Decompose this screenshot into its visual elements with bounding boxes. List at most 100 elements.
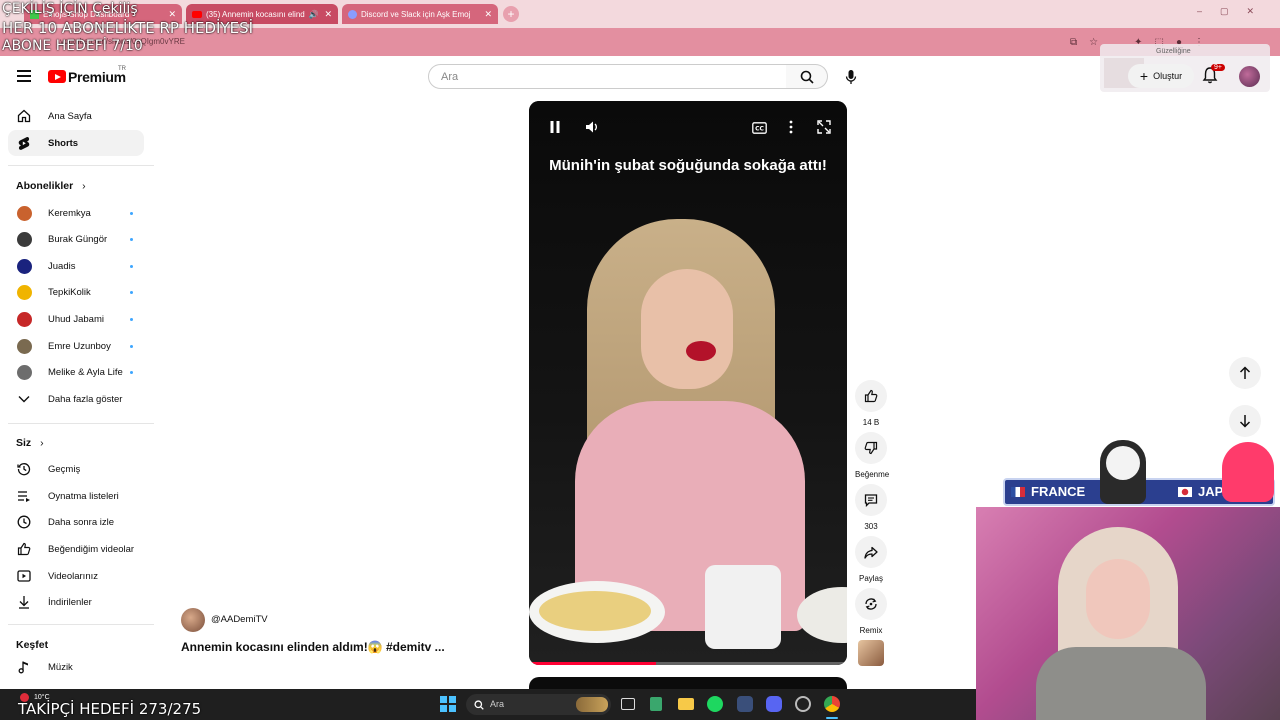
browser-tab[interactable]: Discord ve Slack için Aşk Emoj ✕: [342, 4, 498, 24]
sidebar-item-subscription[interactable]: Emre Uzunboy: [8, 333, 144, 359]
captions-button[interactable]: CC: [752, 121, 767, 139]
sidebar-item-subscription[interactable]: Burak Güngör: [8, 227, 144, 253]
chrome-icon[interactable]: [824, 696, 840, 712]
more-options-button[interactable]: [789, 120, 793, 139]
share-action: Paylaş: [855, 536, 887, 583]
explore-header: Keşfet: [16, 639, 49, 651]
sidebar-item-watch-later[interactable]: Daha sonra izle: [8, 509, 144, 535]
sidebar-item-shorts[interactable]: Shorts: [8, 130, 144, 156]
taskbar-search[interactable]: Ara: [466, 694, 611, 715]
volume-button[interactable]: [585, 120, 599, 139]
person-face: [641, 269, 733, 389]
sidebar-item-playlists[interactable]: Oynatma listeleri: [8, 483, 144, 509]
hamburger-menu-icon[interactable]: [17, 70, 31, 82]
channel-avatar: [8, 258, 40, 274]
new-content-dot: [130, 211, 133, 215]
sidebar-item-home[interactable]: Ana Sayfa: [8, 103, 144, 129]
sidebar-item-label: Shorts: [48, 137, 79, 149]
close-tab-icon[interactable]: ✕: [484, 9, 492, 20]
sidebar-item-your-videos[interactable]: Videolarınız: [8, 563, 144, 589]
close-tab-icon[interactable]: ✕: [168, 9, 176, 20]
shorts-icon: [8, 136, 40, 151]
channel-name[interactable]: @AADemiTV: [211, 614, 268, 625]
show-more-button[interactable]: Daha fazla göster: [8, 386, 144, 412]
thumbs-up-icon: [864, 389, 878, 403]
progress-track[interactable]: [529, 662, 847, 665]
dislike-button[interactable]: [855, 432, 887, 464]
sidebar-item-label: Beğendiğim videolar: [48, 543, 135, 555]
person-lips: [686, 341, 716, 361]
subscriptions-header[interactable]: Abonelikler ›: [16, 180, 86, 192]
new-content-dot: [130, 344, 133, 348]
next-short-preview[interactable]: [529, 677, 847, 689]
next-short-button[interactable]: [1229, 405, 1261, 437]
new-content-dot: [130, 371, 133, 375]
short-title[interactable]: Annemin kocasını elinden aldım!😱 #demitv…: [181, 640, 445, 654]
sidebar-item-subscription[interactable]: Uhud Jabami: [8, 306, 144, 332]
create-label: Oluştur: [1153, 71, 1183, 81]
flag-france-icon: [1011, 487, 1025, 497]
pause-button[interactable]: [549, 120, 561, 139]
spotify-icon[interactable]: [707, 696, 723, 712]
remix-button[interactable]: [855, 588, 887, 620]
dislike-action: Beğenme: [855, 432, 890, 479]
sidebar-item-history[interactable]: Geçmiş: [8, 456, 144, 482]
chevron-down-icon: [8, 395, 40, 403]
sidebar-item-music[interactable]: Müzik: [8, 654, 144, 680]
youtube-logo-icon[interactable]: [48, 70, 66, 83]
sidebar-divider: [8, 165, 154, 166]
comments-button[interactable]: [855, 484, 887, 516]
search-input[interactable]: Ara: [428, 64, 787, 89]
speaker-icon[interactable]: 🔊: [309, 10, 319, 19]
sidebar-item-label: Daha sonra izle: [48, 516, 115, 528]
create-button[interactable]: + Oluştur: [1128, 64, 1194, 88]
start-button[interactable]: [440, 696, 456, 712]
fullscreen-button[interactable]: [817, 120, 831, 139]
new-content-dot: [130, 291, 133, 295]
close-tab-icon[interactable]: ✕: [324, 9, 332, 20]
like-button[interactable]: [855, 380, 887, 412]
settings-icon[interactable]: [795, 696, 811, 712]
sidebar-item-subscription[interactable]: Melike & Ayla Life: [8, 360, 144, 386]
share-button[interactable]: [855, 536, 887, 568]
bookmark-star-icon[interactable]: ☆: [1089, 37, 1098, 48]
sidebar-item-subscription[interactable]: Keremkya: [8, 200, 144, 226]
notifications-button[interactable]: 9+: [1202, 64, 1225, 86]
sidebar-item-label: Juadis: [48, 260, 76, 272]
sidebar-item-subscription[interactable]: TepkiKolik: [8, 280, 144, 306]
avatar[interactable]: [1239, 66, 1260, 87]
sidebar-item-liked-videos[interactable]: Beğendiğim videolar: [8, 536, 144, 562]
search-button[interactable]: [786, 64, 828, 89]
sidebar-item-label: Emre Uzunboy: [48, 340, 111, 352]
sidebar-item-subscription[interactable]: Juadis: [8, 253, 144, 279]
widgets-icon[interactable]: [650, 697, 662, 711]
sound-thumbnail[interactable]: [858, 640, 884, 666]
comments-action: 303: [855, 484, 887, 531]
channel-avatar: [8, 205, 40, 221]
search-icon: [474, 699, 484, 710]
volume-icon: [586, 121, 597, 133]
dislike-label: Beğenme: [855, 470, 890, 479]
app-icon[interactable]: [737, 696, 753, 712]
voice-search-button[interactable]: [838, 64, 864, 90]
channel-avatar[interactable]: [181, 608, 205, 632]
share-label: Paylaş: [858, 574, 883, 583]
new-tab-button[interactable]: +: [503, 6, 519, 22]
discord-icon[interactable]: [766, 696, 782, 712]
you-header[interactable]: Siz ›: [16, 437, 44, 449]
cam-left-label: FRANCE: [1031, 484, 1086, 499]
history-icon: [8, 462, 40, 476]
new-content-dot: [130, 317, 133, 321]
discord-favicon-icon: [348, 9, 357, 19]
sidebar-item-label: Geçmiş: [48, 463, 81, 475]
share-icon: [864, 546, 878, 559]
install-icon[interactable]: ⧉: [1070, 37, 1077, 48]
file-explorer-icon[interactable]: [678, 698, 694, 710]
shorts-video-player[interactable]: Münih'in şubat soğuğunda sokağa attı! CC: [529, 101, 847, 665]
sidebar-item-label: Oynatma listeleri: [48, 490, 119, 502]
download-icon: [8, 595, 40, 609]
sidebar-item-downloads[interactable]: İndirilenler: [8, 589, 144, 615]
sidebar-item-label: Videolarınız: [48, 570, 98, 582]
task-view-icon[interactable]: [621, 698, 635, 710]
previous-short-button[interactable]: [1229, 357, 1261, 389]
